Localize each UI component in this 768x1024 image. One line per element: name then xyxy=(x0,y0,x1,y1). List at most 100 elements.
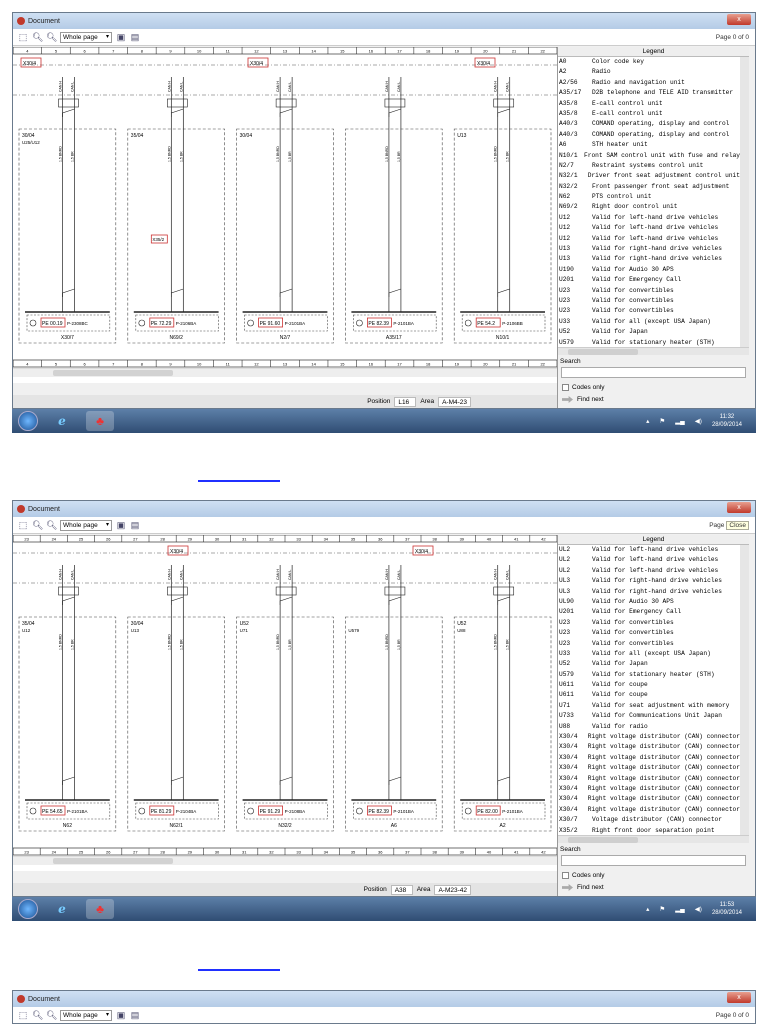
legend-row[interactable]: U579 Valid for stationary heater (STH) xyxy=(558,670,740,680)
start-button[interactable] xyxy=(18,411,38,431)
legend-horizontal-scrollbar[interactable] xyxy=(558,835,749,843)
legend-row[interactable]: X30/4 Right voltage distributor (CAN) con… xyxy=(558,742,740,752)
legend-row[interactable]: A40/3 COMAND operating, display and contr… xyxy=(558,130,740,140)
legend-row[interactable]: U13 Valid for right-hand drive vehicles xyxy=(558,244,740,254)
legend-row[interactable]: X30/4 Right voltage distributor (CAN) con… xyxy=(558,805,740,815)
zoom-select[interactable]: Whole page xyxy=(60,519,112,531)
find-next-button[interactable]: Find next xyxy=(558,879,749,896)
legend-row[interactable]: A35/8 E-call control unit xyxy=(558,99,740,109)
print-icon[interactable]: ▤ xyxy=(130,1010,140,1020)
legend-row[interactable]: UL2 Valid for left-hand drive vehicles xyxy=(558,545,740,555)
close-window-button[interactable]: x xyxy=(727,992,751,1003)
legend-row[interactable]: N2/7 Restraint systems control unit xyxy=(558,161,740,171)
legend-horizontal-scrollbar[interactable] xyxy=(558,347,749,355)
legend-row[interactable]: U52 Valid for Japan xyxy=(558,327,740,337)
zoom-in-icon[interactable]: 🔍︎ xyxy=(32,1010,43,1020)
legend-row[interactable]: UL3 Valid for right-hand drive vehicles xyxy=(558,587,740,597)
legend-row[interactable]: A40/3 COMAND operating, display and contr… xyxy=(558,119,740,129)
search-input[interactable] xyxy=(561,367,746,378)
horizontal-scrollbar[interactable] xyxy=(13,368,557,377)
legend-row[interactable]: U12 Valid for left-hand drive vehicles xyxy=(558,234,740,244)
legend-row[interactable]: X30/4 Right voltage distributor (CAN) con… xyxy=(558,774,740,784)
print-icon[interactable]: ▤ xyxy=(130,520,140,530)
show-hidden-icons[interactable]: ▴ xyxy=(646,417,649,425)
legend-row[interactable]: UL3 Valid for right-hand drive vehicles xyxy=(558,576,740,586)
legend-row[interactable]: U23 Valid for convertibles xyxy=(558,628,740,638)
show-hidden-icons[interactable]: ▴ xyxy=(646,905,649,913)
search-input[interactable] xyxy=(561,855,746,866)
flag-icon[interactable]: ⚑ xyxy=(659,417,665,425)
legend-list[interactable]: UL2 Valid for left-hand drive vehicles UL2… xyxy=(558,545,749,835)
legend-row[interactable]: U23 Valid for convertibles xyxy=(558,306,740,316)
legend-row[interactable]: U13 Valid for right-hand drive vehicles xyxy=(558,254,740,264)
legend-row[interactable]: U611 Valid for coupe xyxy=(558,680,740,690)
select-tool-icon[interactable]: ⬚ xyxy=(18,32,28,42)
legend-row[interactable]: U71 Valid for seat adjustment with memory xyxy=(558,701,740,711)
zoom-out-icon[interactable]: 🔍︎ xyxy=(46,520,57,530)
zoom-out-icon[interactable]: 🔍︎ xyxy=(46,1010,57,1020)
internet-explorer-icon[interactable]: e xyxy=(48,411,76,431)
checkbox[interactable] xyxy=(562,384,569,391)
document-app-icon[interactable]: ♣ xyxy=(86,899,114,919)
legend-row[interactable]: X35/2 Right front door separation point xyxy=(558,826,740,835)
legend-list[interactable]: A0 Color code key A2 Radio A2/56 Radio and na… xyxy=(558,57,749,347)
legend-row[interactable]: U12 Valid for left-hand drive vehicles xyxy=(558,223,740,233)
legend-row[interactable]: A35/8 E-call control unit xyxy=(558,109,740,119)
legend-row[interactable]: A35/17 D2B telephone and TELE AID transmi… xyxy=(558,88,740,98)
legend-row[interactable]: A6 STH heater unit xyxy=(558,140,740,150)
legend-row[interactable]: N32/1 Driver front seat adjustment contro… xyxy=(558,171,740,181)
legend-row[interactable]: U201 Valid for Emergency Call xyxy=(558,607,740,617)
legend-row[interactable]: X30/7 Voltage distributor (CAN) connector xyxy=(558,815,740,825)
close-tooltip-button[interactable]: Close xyxy=(726,520,749,530)
legend-row[interactable]: X30/4 Right voltage distributor (CAN) con… xyxy=(558,784,740,794)
scroll-thumb[interactable] xyxy=(568,837,638,843)
legend-row[interactable]: UL2 Valid for left-hand drive vehicles xyxy=(558,566,740,576)
fit-page-icon[interactable]: ▣ xyxy=(116,520,126,530)
scroll-thumb[interactable] xyxy=(568,349,638,355)
scroll-thumb[interactable] xyxy=(53,858,173,864)
codes-only-checkbox[interactable]: Codes only xyxy=(558,378,749,391)
legend-row[interactable]: A2/56 Radio and navigation unit xyxy=(558,78,740,88)
legend-row[interactable]: U12 Valid for left-hand drive vehicles xyxy=(558,213,740,223)
scroll-thumb[interactable] xyxy=(53,370,173,376)
close-window-button[interactable]: x xyxy=(727,502,751,513)
legend-row[interactable]: U23 Valid for convertibles xyxy=(558,618,740,628)
legend-row[interactable]: U33 Valid for all (except USA Japan) xyxy=(558,649,740,659)
find-next-button[interactable]: Find next xyxy=(558,391,749,408)
network-icon[interactable]: ▂▄ xyxy=(675,417,685,425)
document-link-1[interactable] xyxy=(198,480,280,482)
close-window-button[interactable]: x xyxy=(727,14,751,25)
fit-page-icon[interactable]: ▣ xyxy=(116,32,126,42)
legend-row[interactable]: X30/4 Right voltage distributor (CAN) con… xyxy=(558,794,740,804)
legend-row[interactable]: U611 Valid for coupe xyxy=(558,690,740,700)
zoom-out-icon[interactable]: 🔍︎ xyxy=(46,32,57,42)
legend-row[interactable]: U190 Valid for Audio 30 APS xyxy=(558,265,740,275)
volume-icon[interactable]: ◀) xyxy=(695,417,702,425)
document-link-2[interactable] xyxy=(198,969,280,971)
legend-row[interactable]: U23 Valid for convertibles xyxy=(558,296,740,306)
zoom-in-icon[interactable]: 🔍︎ xyxy=(32,32,43,42)
flag-icon[interactable]: ⚑ xyxy=(659,905,665,913)
diagram-canvas[interactable]: 4 5 6 7 8 9 10 11 12 13 14 15 16 17 18 19 20 21 224 5 6 7 8 9 10… xyxy=(13,46,558,383)
legend-row[interactable]: N62 PTS control unit xyxy=(558,192,740,202)
zoom-select[interactable]: Whole page xyxy=(60,31,112,43)
legend-row[interactable]: A0 Color code key xyxy=(558,57,740,67)
legend-row[interactable]: U52 Valid for Japan xyxy=(558,659,740,669)
internet-explorer-icon[interactable]: e xyxy=(48,899,76,919)
legend-row[interactable]: U733 Valid for Communications Unit Japan xyxy=(558,711,740,721)
select-tool-icon[interactable]: ⬚ xyxy=(18,520,28,530)
legend-row[interactable]: A2 Radio xyxy=(558,67,740,77)
legend-row[interactable]: U23 Valid for convertibles xyxy=(558,286,740,296)
horizontal-scrollbar[interactable] xyxy=(13,856,557,865)
start-button[interactable] xyxy=(18,899,38,919)
legend-row[interactable]: U23 Valid for convertibles xyxy=(558,639,740,649)
volume-icon[interactable]: ◀) xyxy=(695,905,702,913)
clock[interactable]: 11:53 28/09/2014 xyxy=(712,901,742,917)
zoom-in-icon[interactable]: 🔍︎ xyxy=(32,520,43,530)
zoom-select[interactable]: Whole page xyxy=(60,1009,112,1021)
document-app-icon[interactable]: ♣ xyxy=(86,411,114,431)
legend-row[interactable]: UL2 Valid for left-hand drive vehicles xyxy=(558,555,740,565)
select-tool-icon[interactable]: ⬚ xyxy=(18,1010,28,1020)
legend-row[interactable]: X30/4 Right voltage distributor (CAN) con… xyxy=(558,753,740,763)
legend-row[interactable]: N10/1 Front SAM control unit with fuse an… xyxy=(558,151,740,161)
